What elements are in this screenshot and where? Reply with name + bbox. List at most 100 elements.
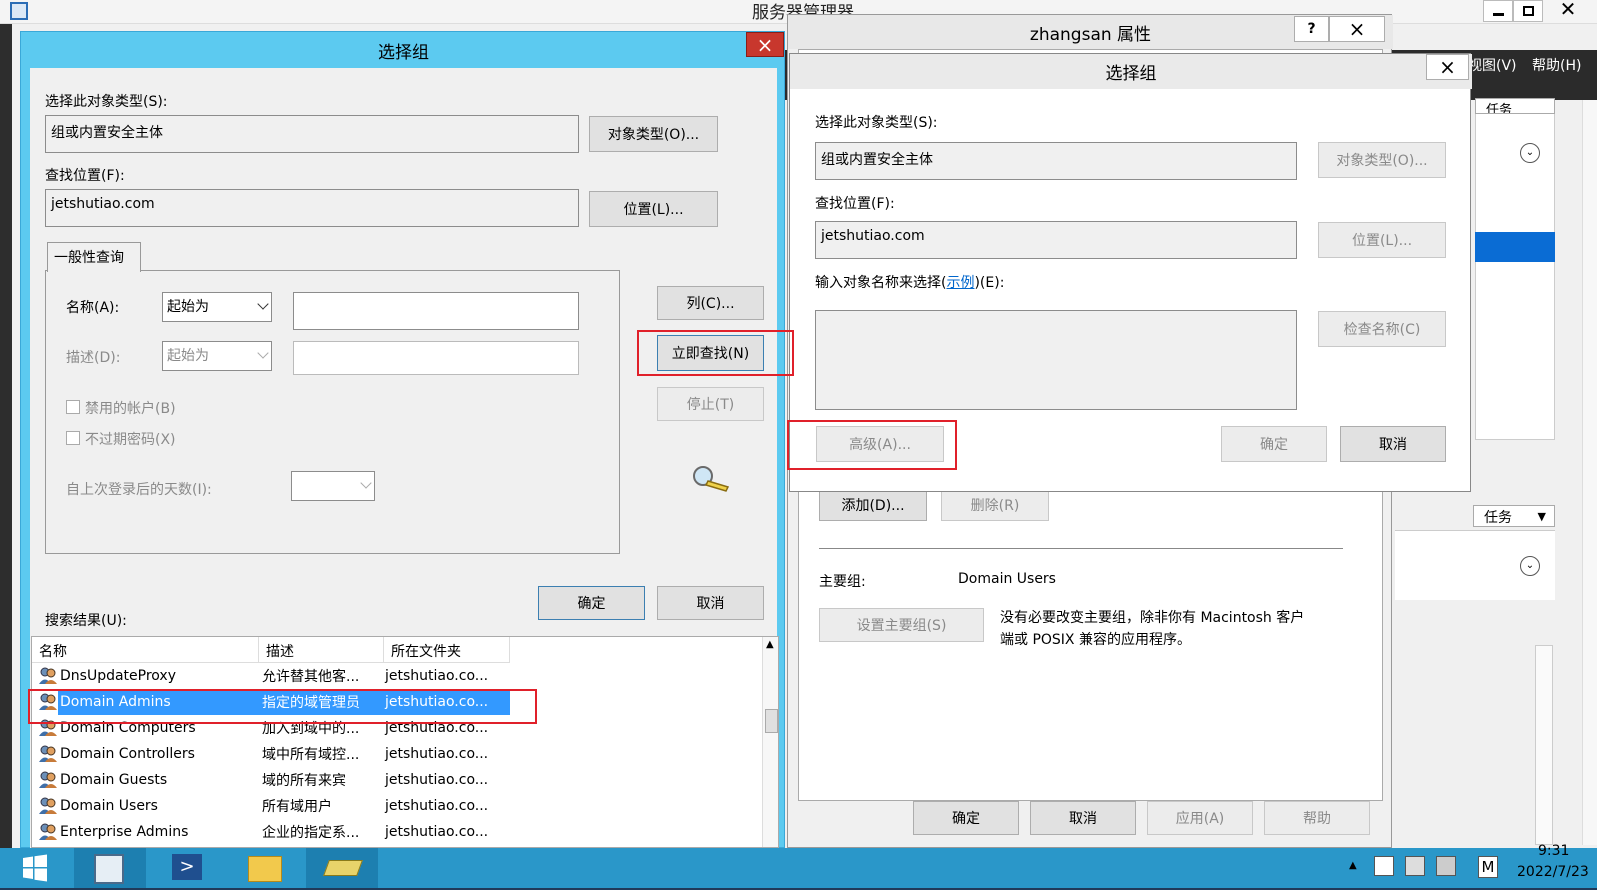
properties-help-btn[interactable]: 帮助 bbox=[1264, 801, 1370, 835]
disabled-accounts-checkbox[interactable] bbox=[66, 400, 80, 414]
enter-label-pre: 输入对象名称来选择( bbox=[815, 275, 947, 291]
scroll-up-icon[interactable]: ▲ bbox=[766, 639, 774, 650]
file-explorer-icon[interactable] bbox=[228, 848, 300, 888]
primary-group-note-line2: 端或 POSIX 兼容的应用程序。 bbox=[1000, 632, 1191, 648]
right-object-type-button[interactable]: 对象类型(O)... bbox=[1318, 142, 1446, 178]
right-ok-button[interactable]: 确定 bbox=[1221, 426, 1327, 462]
left-nav-strip bbox=[0, 24, 12, 848]
tasks-dropdown-1[interactable]: 任务 bbox=[1475, 98, 1555, 114]
chevron-down-icon bbox=[257, 347, 269, 359]
menu-view[interactable]: 视图(V) bbox=[1468, 55, 1517, 75]
expand-circle-icon-1[interactable]: ⌄ bbox=[1520, 143, 1540, 163]
check-names-button[interactable]: 检查名称(C) bbox=[1318, 311, 1446, 347]
properties-close-button[interactable]: × bbox=[1329, 16, 1385, 42]
clock-date[interactable]: 2022/7/23 bbox=[1517, 864, 1589, 880]
start-button[interactable] bbox=[10, 850, 58, 886]
col-name-header[interactable]: 名称 bbox=[32, 637, 259, 663]
table-row[interactable]: DnsUpdateProxy 允许替其他客... jetshutiao.co... bbox=[32, 663, 762, 689]
clock-time[interactable]: 9:31 bbox=[1538, 843, 1569, 859]
show-hidden-icons[interactable]: ▲ bbox=[1349, 860, 1357, 871]
set-primary-group-button[interactable]: 设置主要组(S) bbox=[819, 608, 984, 642]
left-dialog-close-button[interactable]: × bbox=[746, 32, 784, 57]
stop-button[interactable]: 停止(T) bbox=[657, 387, 764, 421]
enter-object-names-label: 输入对象名称来选择(示例)(E): bbox=[815, 272, 1004, 292]
results-folder-cell: jetshutiao.co... bbox=[385, 668, 489, 684]
scroll-thumb[interactable] bbox=[765, 709, 778, 733]
table-row[interactable]: Enterprise Admins 企业的指定系... jetshutiao.co.… bbox=[32, 819, 762, 845]
taskbar: > ▲ M 9:31 2022/7/23 bbox=[0, 843, 1597, 888]
properties-ok-button[interactable]: 确定 bbox=[913, 801, 1019, 835]
powershell-icon[interactable]: > bbox=[150, 848, 222, 888]
results-folder-cell: jetshutiao.co... bbox=[385, 746, 489, 762]
group-icon bbox=[38, 667, 58, 685]
object-names-textarea[interactable] bbox=[815, 310, 1297, 410]
expand-circle-icon-2[interactable]: ⌄ bbox=[1520, 556, 1540, 576]
disabled-accounts-label: 禁用的帐户(B) bbox=[85, 401, 176, 417]
table-row[interactable]: Domain Controllers 域中所有域控... jetshutiao.co… bbox=[32, 741, 762, 767]
ime-indicator[interactable]: M bbox=[1478, 856, 1498, 878]
menu-help[interactable]: 帮助(H) bbox=[1532, 55, 1581, 75]
search-flashlight-icon bbox=[690, 463, 732, 493]
tab-general-queries[interactable]: 一般性查询 bbox=[47, 242, 141, 272]
desc-label: 描述(D): bbox=[66, 350, 121, 366]
right-cancel-button[interactable]: 取消 bbox=[1340, 426, 1446, 462]
outer-right-scrollbar[interactable] bbox=[1582, 100, 1597, 845]
properties-cancel-button[interactable]: 取消 bbox=[1030, 801, 1136, 835]
name-input[interactable] bbox=[293, 292, 579, 330]
table-row[interactable]: Domain Users 所有域用户 jetshutiao.co... bbox=[32, 793, 762, 819]
desc-input[interactable] bbox=[293, 341, 579, 375]
results-scrollbar[interactable]: ▲ bbox=[762, 637, 778, 847]
left-object-type-field: 组或内置安全主体 bbox=[45, 115, 579, 153]
volume-muted-icon[interactable] bbox=[1436, 856, 1456, 876]
col-folder-header[interactable]: 所在文件夹 bbox=[384, 637, 510, 663]
results-name-cell: DnsUpdateProxy bbox=[60, 668, 176, 684]
desc-combo[interactable]: 起始为 bbox=[162, 341, 272, 371]
results-header: 名称 描述 所在文件夹 bbox=[32, 637, 510, 663]
right-location-button[interactable]: 位置(L)... bbox=[1318, 222, 1446, 258]
right-object-type-field: 组或内置安全主体 bbox=[815, 142, 1297, 180]
left-location-label: 查找位置(F): bbox=[45, 168, 125, 184]
highlight-advanced bbox=[787, 420, 957, 470]
remove-button[interactable]: 删除(R) bbox=[941, 489, 1049, 521]
right-location-field: jetshutiao.com bbox=[815, 221, 1297, 259]
results-desc-cell: 企业的指定系... bbox=[262, 825, 360, 841]
maximize-button[interactable] bbox=[1513, 0, 1543, 22]
left-dialog-titlebar: 选择组 bbox=[21, 32, 786, 68]
properties-apply-button[interactable]: 应用(A) bbox=[1147, 801, 1253, 835]
results-list[interactable]: 名称 描述 所在文件夹 DnsUpdateProxy 允许替其他客... jetsh… bbox=[31, 636, 779, 848]
add-button[interactable]: 添加(D)... bbox=[819, 489, 927, 521]
examples-link[interactable]: 示例 bbox=[946, 275, 974, 291]
name-combo[interactable]: 起始为 bbox=[162, 292, 272, 322]
server-manager-app-icon bbox=[10, 2, 28, 20]
left-location-button[interactable]: 位置(L)... bbox=[589, 191, 718, 227]
left-object-type-button[interactable]: 对象类型(O)... bbox=[589, 116, 718, 152]
primary-group-note-line1: 没有必要改变主要组，除非你有 Macintosh 客户 bbox=[1000, 610, 1305, 626]
window-close-button[interactable]: ✕ bbox=[1548, 0, 1588, 21]
non-expiring-checkbox[interactable] bbox=[66, 431, 80, 445]
network-icon[interactable] bbox=[1405, 856, 1425, 876]
tasks-dropdown-2[interactable]: 任务 ▼ bbox=[1473, 505, 1555, 527]
right-dialog-close-button[interactable]: × bbox=[1426, 54, 1469, 80]
properties-help-button[interactable]: ? bbox=[1294, 16, 1329, 42]
right-location-label: 查找位置(F): bbox=[815, 196, 895, 212]
tile-selected-strip bbox=[1475, 232, 1555, 262]
server-manager-taskbar-icon[interactable] bbox=[74, 848, 146, 888]
group-icon bbox=[38, 771, 58, 789]
columns-button[interactable]: 列(C)... bbox=[657, 286, 764, 320]
results-name-cell: Enterprise Admins bbox=[60, 824, 189, 840]
minimize-button[interactable] bbox=[1483, 0, 1513, 22]
results-desc-cell: 所有域用户 bbox=[262, 799, 332, 815]
right-scrollbar[interactable] bbox=[1535, 645, 1553, 845]
results-folder-cell: jetshutiao.co... bbox=[385, 798, 489, 814]
table-row[interactable]: Domain Guests 域的所有来宾 jetshutiao.co... bbox=[32, 767, 762, 793]
col-desc-header[interactable]: 描述 bbox=[259, 637, 384, 663]
group-icon bbox=[38, 823, 58, 841]
results-folder-cell: jetshutiao.co... bbox=[385, 824, 489, 840]
ad-users-icon[interactable] bbox=[306, 848, 378, 888]
results-name-cell: Domain Users bbox=[60, 798, 158, 814]
left-cancel-button[interactable]: 取消 bbox=[657, 586, 764, 620]
days-combo[interactable] bbox=[291, 471, 375, 501]
action-center-icon[interactable] bbox=[1374, 856, 1394, 876]
left-ok-button[interactable]: 确定 bbox=[538, 586, 645, 620]
primary-group-value: Domain Users bbox=[958, 571, 1056, 587]
